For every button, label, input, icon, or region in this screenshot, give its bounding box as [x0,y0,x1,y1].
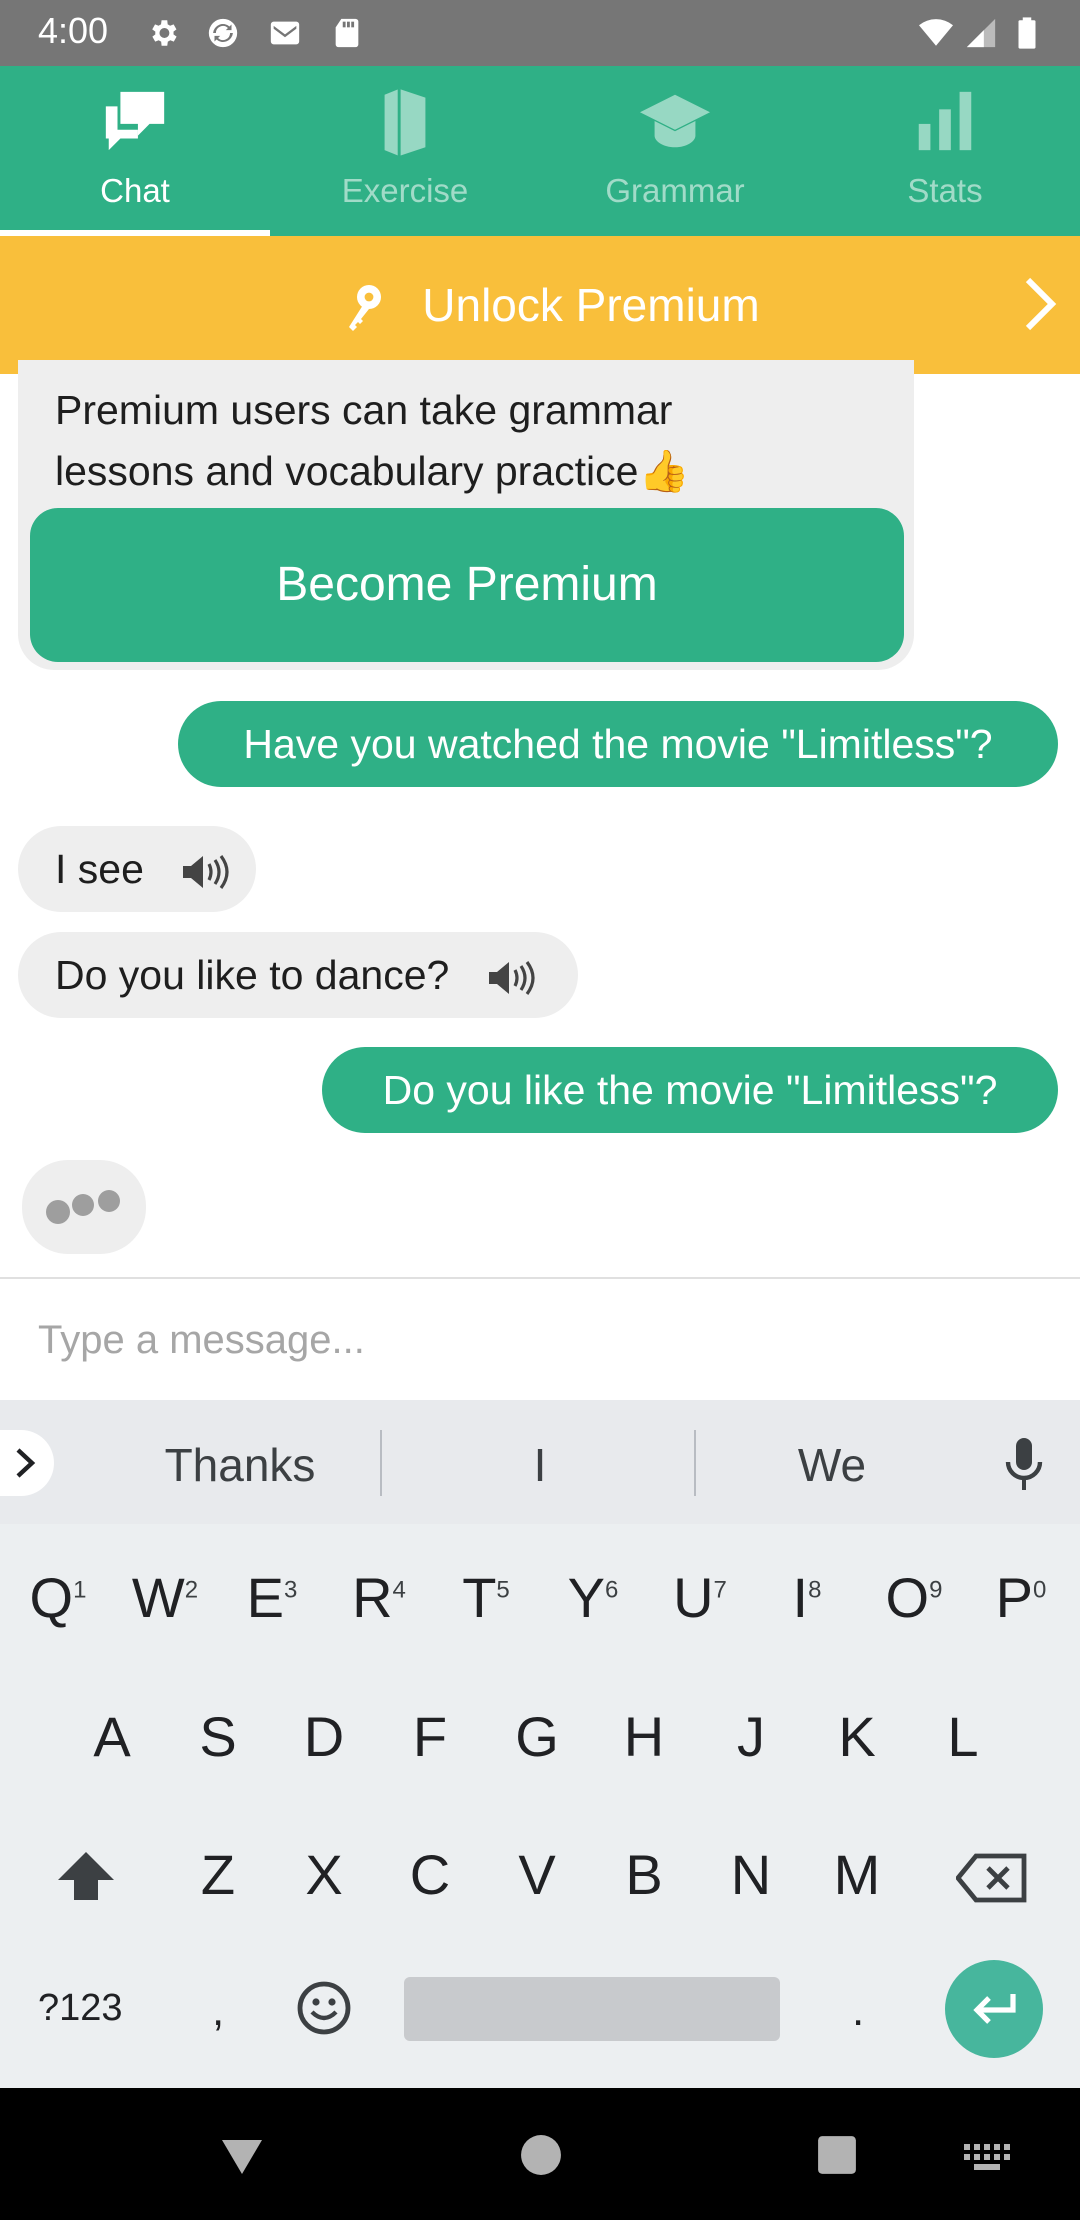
key-x[interactable]: X [279,1842,369,1907]
comma-key[interactable]: , [212,1986,224,2036]
typing-dot [46,1200,70,1224]
key-l[interactable]: L [918,1704,1008,1769]
home-nav-icon[interactable] [520,2134,562,2176]
chevron-right-icon [1025,277,1057,331]
bar-chart-icon [918,91,972,151]
bot-message: I see [18,826,256,912]
speaker-icon[interactable] [181,852,231,892]
enter-key[interactable] [945,1960,1043,2058]
key-c[interactable]: C [385,1842,475,1907]
gmail-icon [270,21,300,45]
key-n[interactable]: N [706,1842,796,1907]
tab-chat[interactable]: Chat [0,66,270,236]
typing-dot [98,1190,120,1212]
premium-promo-text: Premium users can take grammar lessons a… [55,380,815,502]
user-message: Do you like the movie "Limitless"? [322,1047,1058,1133]
message-input[interactable] [38,1310,1038,1370]
tab-bar: Chat Exercise Grammar Stats [0,66,1080,236]
space-bar[interactable] [404,1977,780,2041]
chat-icon [105,91,165,151]
message-text: Have you watched the movie "Limitless"? [243,721,993,767]
message-text: Do you like to dance? [55,952,450,998]
key-u[interactable]: U7 [655,1565,745,1630]
shift-key[interactable] [54,1848,118,1904]
bot-message: Do you like to dance? [18,932,578,1018]
key-i[interactable]: I8 [762,1565,852,1630]
user-message: Have you watched the movie "Limitless"? [178,701,1058,787]
status-time: 4:00 [38,10,109,51]
promo-text-line1: Premium users can take grammar [55,387,673,433]
enter-icon [973,1994,1016,2024]
suggestion-item[interactable]: I [420,1438,660,1492]
key-e[interactable]: E3 [227,1565,317,1630]
back-nav-icon[interactable] [218,2136,266,2176]
key-s[interactable]: S [173,1704,263,1769]
speaker-icon[interactable] [487,958,537,998]
wifi-icon [919,19,953,46]
key-t[interactable]: T5 [441,1565,531,1630]
tab-label: Chat [100,172,170,209]
suggestion-divider [380,1430,382,1496]
recents-nav-icon[interactable] [816,2134,858,2176]
tab-exercise[interactable]: Exercise [270,66,540,236]
tab-label: Stats [907,172,983,209]
period-key[interactable]: . [852,1986,864,2036]
book-icon [384,88,426,156]
suggestion-divider [694,1430,696,1496]
status-bar: 4:00 [0,0,1080,66]
key-f[interactable]: F [385,1704,475,1769]
battery-icon [1018,17,1036,49]
key-b[interactable]: B [599,1842,689,1907]
key-a[interactable]: A [67,1704,157,1769]
thumbs-up-emoji: 👍 [638,448,690,494]
sd-card-icon [335,18,359,48]
chevron-right-icon [16,1448,36,1478]
key-o[interactable]: O9 [869,1565,959,1630]
unlock-premium-banner[interactable]: Unlock Premium [0,236,1080,374]
key-r[interactable]: R4 [334,1565,424,1630]
typing-indicator [22,1160,146,1254]
settings-icon [152,20,177,46]
key-q[interactable]: Q1 [13,1565,103,1630]
key-v[interactable]: V [492,1842,582,1907]
key-w[interactable]: W2 [120,1565,210,1630]
symbols-key[interactable]: ?123 [38,1987,123,2030]
sync-icon [208,18,238,48]
key-icon [349,284,382,331]
key-h[interactable]: H [599,1704,689,1769]
typing-dot [72,1194,94,1216]
graduation-cap-icon [640,94,710,148]
key-z[interactable]: Z [173,1842,263,1907]
message-text: Do you like the movie "Limitless"? [382,1067,998,1113]
key-m[interactable]: M [812,1842,902,1907]
microphone-icon[interactable] [1004,1436,1044,1492]
tab-grammar[interactable]: Grammar [540,66,810,236]
emoji-icon[interactable] [296,1980,352,2036]
unlock-premium-label: Unlock Premium [422,279,760,331]
key-y[interactable]: Y6 [548,1565,638,1630]
input-divider [0,1277,1080,1279]
key-d[interactable]: D [279,1704,369,1769]
backspace-key[interactable] [956,1852,1028,1904]
promo-text-line2: lessons and vocabulary practice [55,448,639,494]
suggestion-item[interactable]: Thanks [120,1438,360,1492]
suggestion-item[interactable]: We [712,1438,952,1492]
tab-label: Exercise [341,172,469,209]
tab-label: Grammar [605,172,745,209]
key-g[interactable]: G [492,1704,582,1769]
signal-icon [966,18,996,48]
key-j[interactable]: J [706,1704,796,1769]
tab-stats[interactable]: Stats [810,66,1080,236]
key-p[interactable]: P0 [976,1565,1066,1630]
system-nav-bar [0,2088,1080,2220]
message-text: I see [55,846,144,892]
become-premium-button[interactable]: Become Premium [30,508,904,662]
key-k[interactable]: K [812,1704,902,1769]
keyboard-switch-icon[interactable] [964,2144,1010,2170]
